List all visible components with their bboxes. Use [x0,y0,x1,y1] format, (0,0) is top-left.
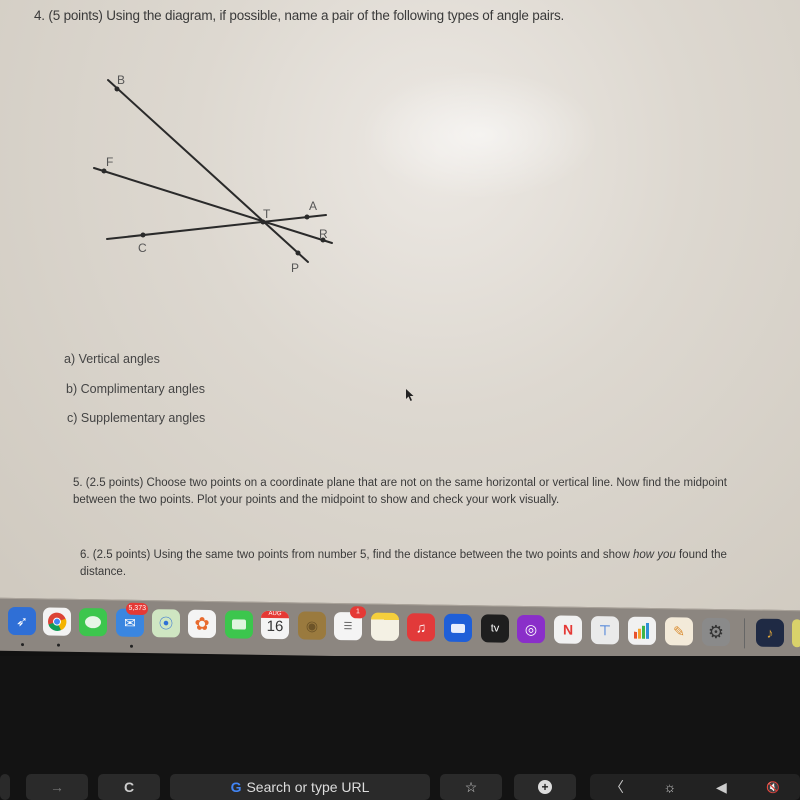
label-R: R [319,227,328,241]
point-B [114,86,120,92]
touchbar-search-field[interactable]: G Search or type URL [170,774,430,800]
touchbar-control-strip: 〈 ☼ ◀ 🔇 [590,774,800,800]
dock-zoom[interactable] [444,613,472,643]
dock-maps[interactable]: ⦿ [152,609,180,638]
dock-mail[interactable]: ✉ 5,373 [116,602,148,637]
label-B: B [117,73,125,87]
plus-icon: + [538,780,552,794]
question-4-title: 4. (5 points) Using the diagram, if poss… [34,8,565,23]
video-camera-icon [232,619,246,630]
point-F [101,168,107,174]
touchbar-bookmark-button[interactable]: ☆ [440,774,502,800]
dock-system-preferences[interactable]: ⚙ [702,617,730,647]
dock-calendar[interactable]: AUG 16 [261,610,289,640]
point-A [304,214,310,220]
checklist-icon: ☰ [343,620,353,632]
running-indicator [57,643,60,647]
point-P [295,250,301,256]
touchbar-reload-button[interactable]: C [98,774,160,800]
podcast-icon: ◎ [524,620,538,637]
dock-reminders[interactable]: ☰ 1 [334,606,366,641]
screen-glare [360,70,600,200]
search-placeholder: Search or type URL [246,779,370,795]
dock-pages[interactable]: ✎ [665,617,693,646]
contacts-icon: ◉ [305,617,319,634]
mail-badge: 5,373 [126,602,148,616]
touchbar-new-tab-button[interactable]: + [514,774,576,800]
point-C [140,232,146,238]
dock-garageband[interactable]: ♪ [756,618,784,648]
google-icon: G [230,779,242,795]
label-C: C [138,241,147,255]
dock-divider [744,618,745,649]
option-complimentary-angles: b) Complimentary angles [66,382,205,396]
compass-icon: ➶ [16,612,28,629]
star-icon: ☆ [464,778,478,795]
forward-arrow-icon: → [50,779,64,795]
flower-icon: ✿ [194,613,210,634]
running-indicator [130,644,133,648]
zoom-video-icon [451,623,465,633]
pen-icon: ✎ [673,622,685,639]
option-supplementary-angles: c) Supplementary angles [67,411,206,425]
touch-bar: → C G Search or type URL ☆ + 〈 ☼ ◀ 🔇 [0,772,800,800]
label-P: P [291,261,299,275]
dock-facetime[interactable] [225,610,253,639]
bar-chart-icon [634,622,649,639]
guitar-icon: ♪ [766,624,774,641]
brightness-icon[interactable]: ☼ [663,779,676,795]
line-CA [106,214,327,240]
chrome-icon [48,612,67,631]
question-6-italic: how you [632,549,676,561]
question-5-text: 5. (2.5 points) Choose two points on a c… [73,477,727,506]
gear-icon: ⚙ [707,621,725,642]
apple-tv-icon: tv [490,622,500,635]
label-A: A [309,199,317,213]
dock-podcasts[interactable]: ◎ [517,614,545,644]
touchbar-forward-button[interactable]: → [26,774,88,800]
option-vertical-angles: a) Vertical angles [64,352,160,366]
dock-keynote[interactable]: ⊤ [591,616,619,645]
reminders-badge: 1 [350,606,366,619]
line-FR [93,167,333,244]
envelope-icon: ✉ [124,614,136,631]
message-bubble-icon [85,616,101,629]
question-6-text: 6. (2.5 points) Using the same two point… [80,547,740,581]
dock-contacts[interactable]: ◉ [298,611,326,640]
dock-safari[interactable]: ➶ [8,606,36,636]
collapse-icon[interactable]: 〈 [610,777,624,797]
dock-music[interactable]: ♫ [407,613,435,642]
volume-icon[interactable]: ◀ [716,779,727,796]
keynote-icon: ⊤ [598,621,612,638]
label-F: F [106,155,113,169]
dock-numbers[interactable] [628,616,656,646]
dock-messages[interactable] [79,607,107,637]
mute-icon[interactable]: 🔇 [766,781,780,794]
dock-photos[interactable]: ✿ [188,609,216,639]
calendar-day: 16 [266,617,284,636]
browser-page: 4. (5 points) Using the diagram, if poss… [0,0,800,612]
dock-apple-tv[interactable]: tv [481,614,509,643]
dock-chrome[interactable] [43,607,71,636]
mouse-pointer-icon [406,389,414,401]
label-T: T [263,207,271,221]
dock-news[interactable]: N [554,615,582,644]
news-icon: N [562,621,574,638]
dock-notes[interactable] [371,612,399,641]
touchbar-back-button[interactable] [0,774,10,800]
music-note-icon: ♫ [415,619,427,636]
angle-diagram: B F T A R C P [93,73,333,275]
question-6-text-part: 6. (2.5 points) Using the same two point… [80,549,633,561]
dock-app-partial[interactable] [792,619,800,648]
map-icon: ⦿ [159,615,173,632]
reload-icon: C [123,779,135,795]
dock: ➶ ✉ 5,373 ⦿ ✿ AUG 16 ◉ ☰ 1 ♫ tv ◎ N ⊤ ✎ ⚙ … [0,597,800,664]
running-indicator [21,643,24,647]
